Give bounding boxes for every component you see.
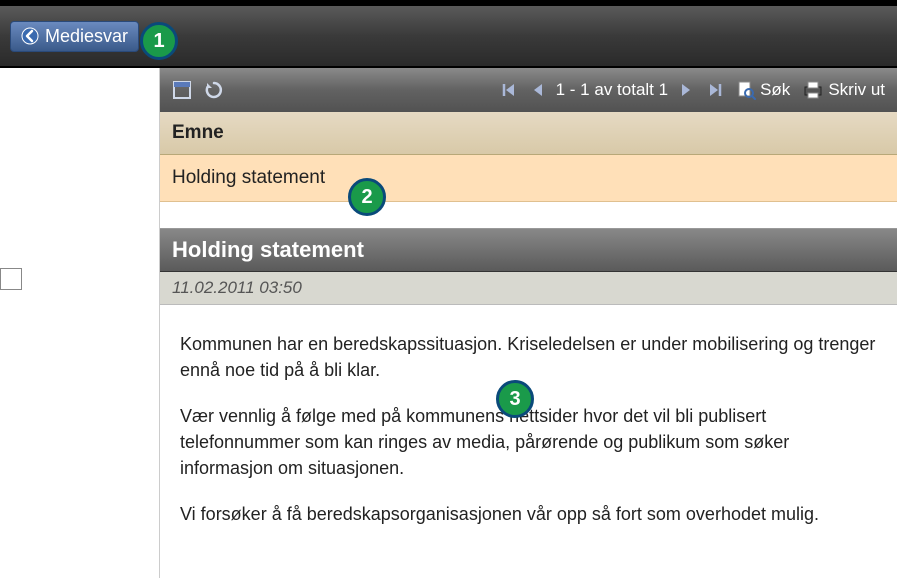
detail-paragraph: Vær vennlig å følge med på kommunens net… xyxy=(180,403,877,481)
search-icon xyxy=(736,80,756,100)
print-icon xyxy=(802,80,824,100)
detail-paragraph: Vi forsøker å få beredskapsorganisasjone… xyxy=(180,501,877,527)
back-button[interactable]: Mediesvar xyxy=(10,21,139,52)
back-button-label: Mediesvar xyxy=(45,26,128,47)
window-icon[interactable] xyxy=(172,80,192,100)
detail-timestamp: 11.02.2011 03:50 xyxy=(160,272,897,305)
detail-body: Kommunen har en beredskapssituasjon. Kri… xyxy=(160,305,897,558)
print-label: Skriv ut xyxy=(828,80,885,100)
detail-title: Holding statement xyxy=(160,228,897,272)
next-page-icon[interactable] xyxy=(680,81,694,99)
topbar: Mediesvar xyxy=(0,0,897,68)
first-page-icon[interactable] xyxy=(500,81,518,99)
gap xyxy=(160,202,897,228)
pagination-text: 1 - 1 av totalt 1 xyxy=(556,80,668,100)
callout-1: 1 xyxy=(140,22,178,60)
detail-paragraph: Kommunen har en beredskapssituasjon. Kri… xyxy=(180,331,877,383)
sidebar xyxy=(0,68,160,578)
table-row[interactable]: Holding statement xyxy=(160,155,897,202)
refresh-icon[interactable] xyxy=(204,80,224,100)
row-subject: Holding statement xyxy=(172,167,325,188)
search-label: Søk xyxy=(760,80,790,100)
main: 1 - 1 av totalt 1 Søk Skriv ut Emne Hold… xyxy=(160,68,897,578)
search-button[interactable]: Søk xyxy=(736,80,790,100)
layout: 1 - 1 av totalt 1 Søk Skriv ut Emne Hold… xyxy=(0,68,897,578)
column-header-subject[interactable]: Emne xyxy=(160,112,897,155)
toolbar: 1 - 1 av totalt 1 Søk Skriv ut xyxy=(160,68,897,112)
last-page-icon[interactable] xyxy=(706,81,724,99)
back-arrow-icon xyxy=(21,27,39,45)
print-button[interactable]: Skriv ut xyxy=(802,80,885,100)
sidebar-box[interactable] xyxy=(0,268,22,290)
callout-2: 2 xyxy=(348,178,386,216)
callout-3: 3 xyxy=(496,380,534,418)
prev-page-icon[interactable] xyxy=(530,81,544,99)
